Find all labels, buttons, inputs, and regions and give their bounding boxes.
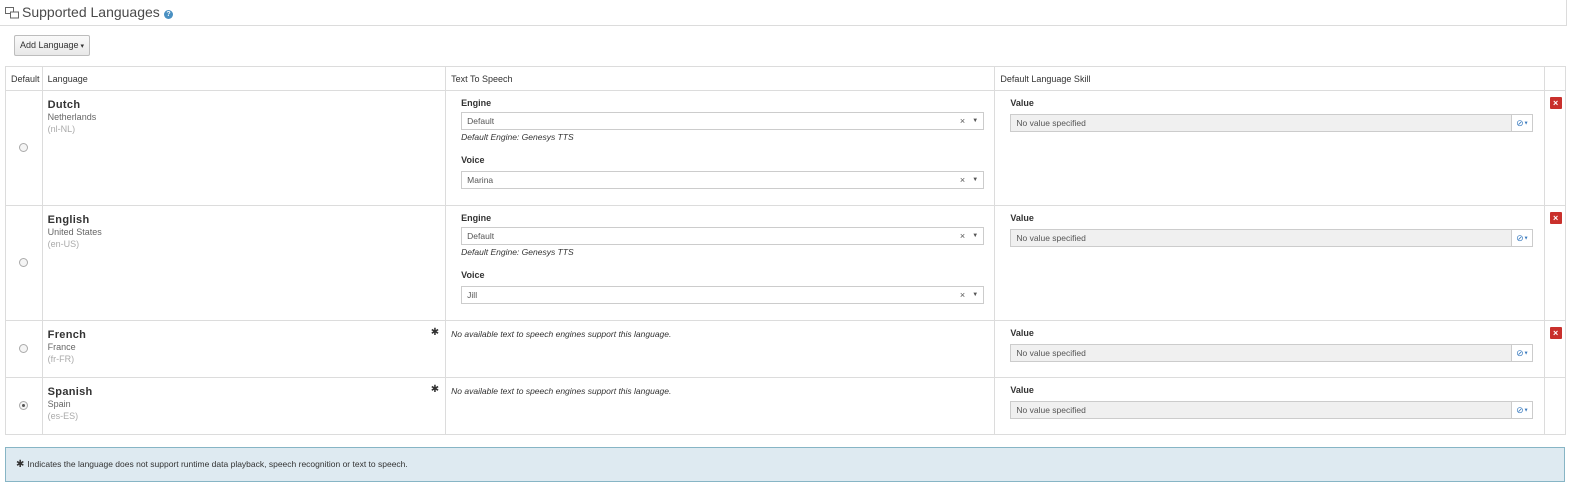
delete-icon[interactable]: × bbox=[1549, 327, 1562, 339]
value-label: Value bbox=[1010, 213, 1034, 223]
table-row: French France (fr-FR) ✱ No available tex… bbox=[5, 320, 1567, 378]
default-radio[interactable] bbox=[19, 142, 29, 152]
engine-value: Default bbox=[467, 116, 495, 126]
voice-value: Jill bbox=[467, 290, 478, 300]
clear-icon[interactable]: × bbox=[960, 228, 965, 244]
voice-label: Voice bbox=[461, 155, 485, 165]
unsupported-star-icon: ✱ bbox=[430, 327, 440, 338]
chevron-down-icon[interactable]: ▼ bbox=[972, 287, 978, 303]
engine-label: Engine bbox=[461, 98, 492, 108]
language-country: France bbox=[47, 342, 76, 352]
language-code: (es-ES) bbox=[47, 411, 79, 421]
language-icon bbox=[5, 7, 19, 19]
unsupported-star-icon: ✱ bbox=[430, 384, 440, 395]
table-row: Spanish Spain (es-ES) ✱ No available tex… bbox=[5, 377, 1567, 435]
language-country: Netherlands bbox=[47, 112, 97, 122]
value-label: Value bbox=[1010, 98, 1034, 108]
clear-icon[interactable]: × bbox=[960, 172, 965, 188]
voice-select[interactable]: Marina × ▼ bbox=[461, 171, 985, 189]
skill-value-field[interactable]: No value specified bbox=[1010, 229, 1513, 247]
caret-down-icon: ▾ bbox=[80, 43, 85, 50]
chevron-down-icon[interactable]: ▼ bbox=[972, 228, 978, 244]
language-code: (nl-NL) bbox=[47, 124, 76, 134]
skill-picker-button[interactable]: ⊘▼ bbox=[1512, 401, 1534, 419]
no-tts-message: No available text to speech engines supp… bbox=[451, 329, 672, 339]
language-name: Spanish bbox=[47, 386, 93, 398]
engine-select[interactable]: Default × ▼ bbox=[461, 227, 985, 245]
engine-label: Engine bbox=[461, 213, 492, 223]
column-header-default: Default bbox=[5, 66, 43, 91]
language-name: Dutch bbox=[47, 99, 81, 111]
skill-picker-button[interactable]: ⊘▼ bbox=[1512, 114, 1534, 132]
page-header: Supported Languages ? bbox=[0, 0, 1567, 26]
add-language-button[interactable]: Add Language ▾ bbox=[14, 35, 90, 56]
language-code: (fr-FR) bbox=[47, 354, 75, 364]
unsupported-star-icon: ✱ bbox=[16, 459, 25, 470]
voice-select[interactable]: Jill × ▼ bbox=[461, 286, 985, 304]
no-value-icon: ⊘ bbox=[1516, 348, 1524, 358]
language-name: English bbox=[47, 214, 90, 226]
default-radio[interactable] bbox=[19, 343, 29, 353]
clear-icon[interactable]: × bbox=[960, 287, 965, 303]
page-title: Supported Languages bbox=[22, 4, 160, 20]
caret-down-icon: ▼ bbox=[1523, 120, 1529, 127]
chevron-down-icon[interactable]: ▼ bbox=[972, 113, 978, 129]
default-radio[interactable] bbox=[19, 257, 29, 267]
table-row: English United States (en-US) Engine Def… bbox=[5, 205, 1567, 321]
add-language-label: Add Language bbox=[19, 40, 79, 50]
info-note: ✱ Indicates the language does not support… bbox=[5, 447, 1565, 482]
caret-down-icon: ▼ bbox=[1523, 350, 1529, 357]
skill-value-field[interactable]: No value specified bbox=[1010, 114, 1513, 132]
skill-value-field[interactable]: No value specified bbox=[1010, 401, 1513, 419]
language-name: French bbox=[47, 329, 87, 341]
no-value-icon: ⊘ bbox=[1516, 405, 1524, 415]
engine-value: Default bbox=[467, 231, 495, 241]
caret-down-icon: ▼ bbox=[1523, 235, 1529, 242]
skill-value-field[interactable]: No value specified bbox=[1010, 344, 1513, 362]
delete-icon[interactable]: × bbox=[1549, 97, 1562, 109]
column-header-language: Language bbox=[41, 66, 447, 91]
help-icon[interactable]: ? bbox=[164, 10, 173, 19]
voice-label: Voice bbox=[461, 270, 485, 280]
column-header-actions bbox=[1543, 66, 1567, 91]
table-row: Dutch Netherlands (nl-NL) Engine Default… bbox=[5, 90, 1567, 206]
language-code: (en-US) bbox=[47, 239, 80, 249]
column-header-tts: Text To Speech bbox=[445, 66, 996, 91]
default-engine-hint: Default Engine: Genesys TTS bbox=[461, 132, 574, 142]
delete-icon[interactable]: × bbox=[1549, 212, 1562, 224]
language-country: Spain bbox=[47, 399, 71, 409]
no-tts-message: No available text to speech engines supp… bbox=[451, 386, 672, 396]
value-label: Value bbox=[1010, 328, 1034, 338]
caret-down-icon: ▼ bbox=[1523, 407, 1529, 414]
chevron-down-icon[interactable]: ▼ bbox=[972, 172, 978, 188]
languages-table: Default Language Text To Speech Default … bbox=[5, 66, 1567, 435]
default-radio[interactable] bbox=[19, 400, 29, 410]
no-value-icon: ⊘ bbox=[1516, 118, 1524, 128]
value-label: Value bbox=[1010, 385, 1034, 395]
column-header-skill: Default Language Skill bbox=[994, 66, 1545, 91]
no-value-icon: ⊘ bbox=[1516, 233, 1524, 243]
engine-select[interactable]: Default × ▼ bbox=[461, 112, 985, 130]
default-engine-hint: Default Engine: Genesys TTS bbox=[461, 247, 574, 257]
voice-value: Marina bbox=[467, 175, 494, 185]
clear-icon[interactable]: × bbox=[960, 113, 965, 129]
skill-picker-button[interactable]: ⊘▼ bbox=[1512, 229, 1534, 247]
language-country: United States bbox=[47, 227, 102, 237]
skill-picker-button[interactable]: ⊘▼ bbox=[1512, 344, 1534, 362]
note-text: Indicates the language does not support … bbox=[27, 459, 408, 469]
